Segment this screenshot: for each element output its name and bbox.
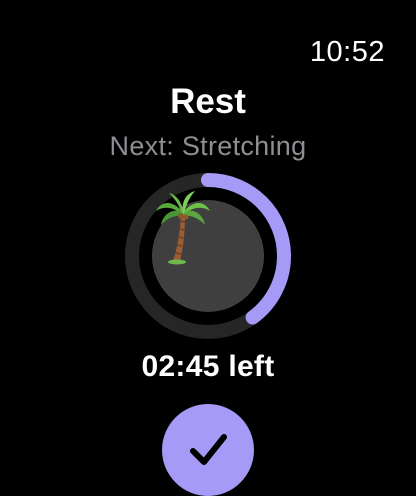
checkmark-icon bbox=[190, 434, 227, 465]
rest-timer-ring bbox=[123, 171, 293, 341]
next-exercise-label: Next: Stretching bbox=[109, 131, 307, 161]
time-remaining: 02:45 left bbox=[141, 350, 275, 383]
palm-tree-icon bbox=[156, 191, 210, 265]
clock-time: 10:52 bbox=[309, 36, 385, 68]
done-button[interactable] bbox=[162, 404, 254, 496]
page-title: Rest bbox=[170, 82, 246, 121]
